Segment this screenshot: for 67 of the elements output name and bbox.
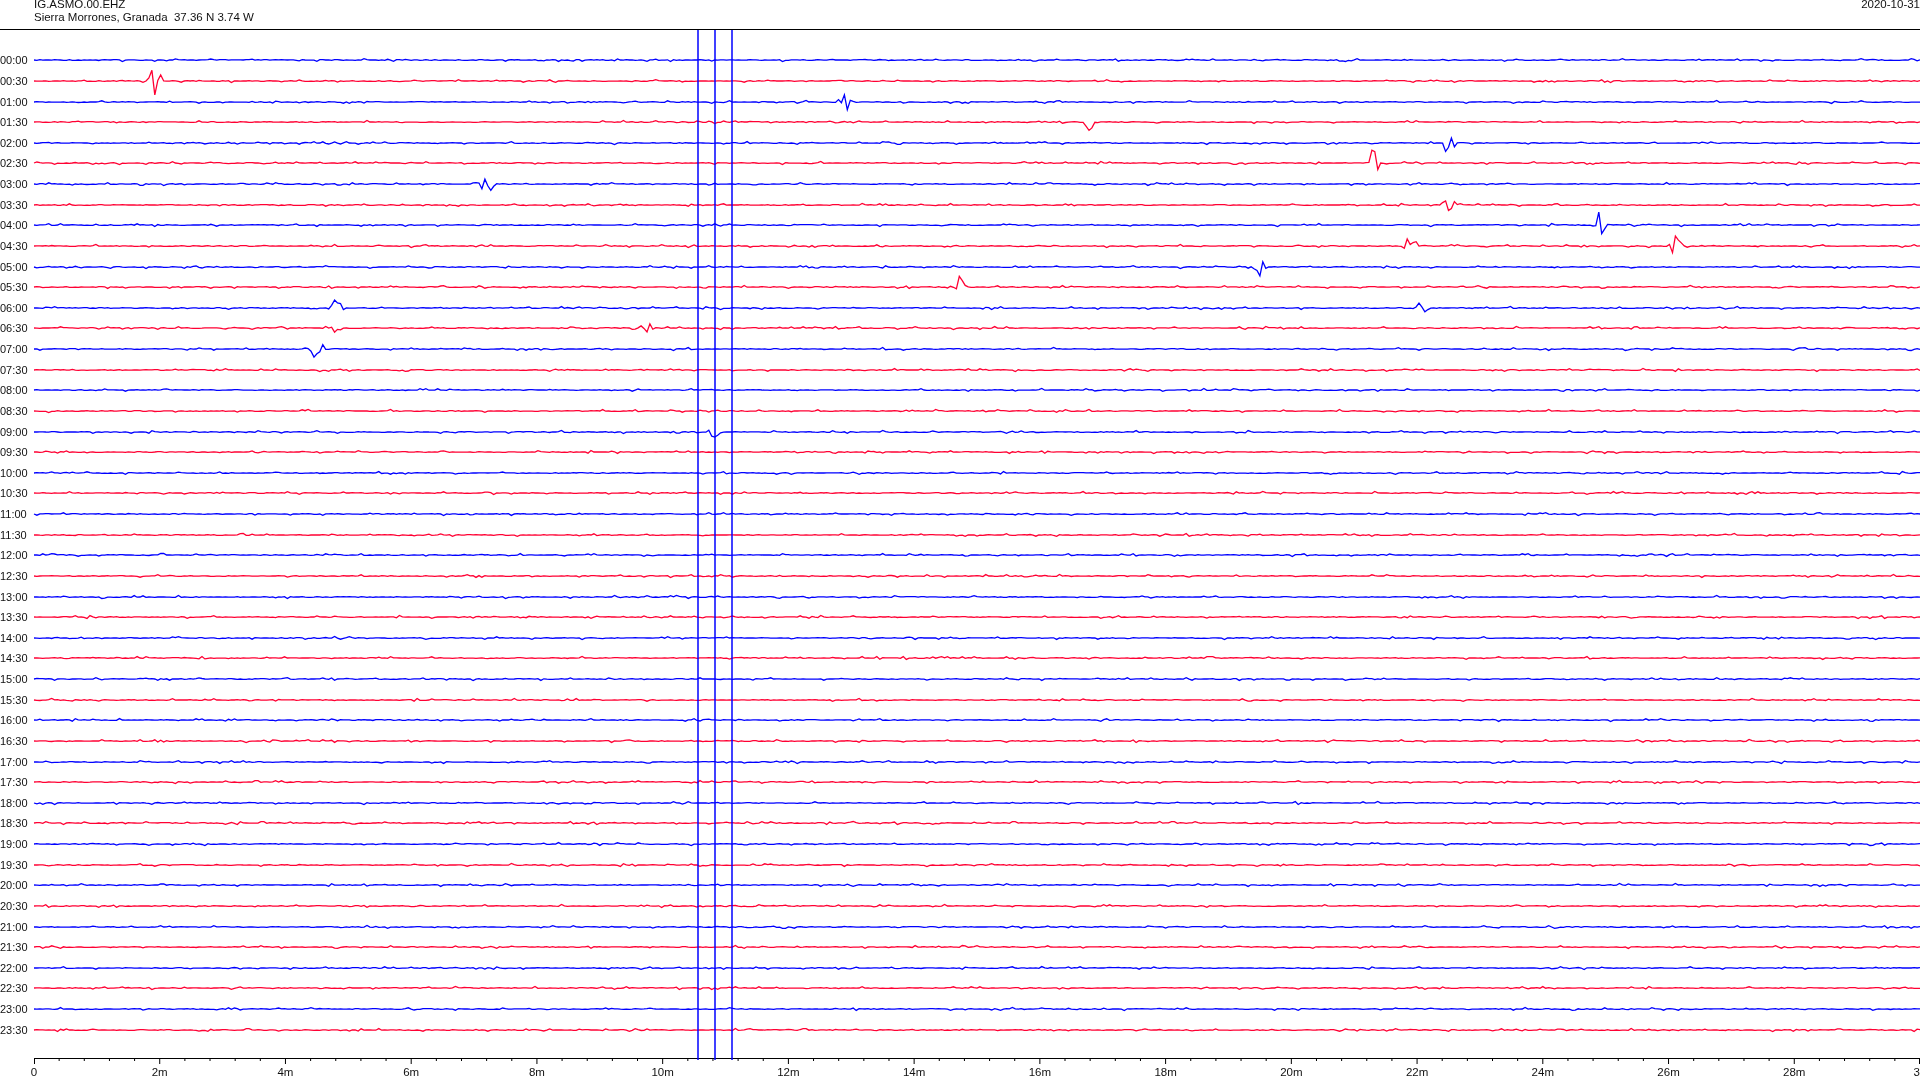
row-time-label: 10:00 bbox=[0, 466, 29, 479]
row-time-label: 04:00 bbox=[0, 219, 29, 232]
axis-tick-label: 26m bbox=[1657, 1066, 1680, 1078]
row-time-label: 07:00 bbox=[0, 343, 29, 356]
row-time-label: 21:30 bbox=[0, 941, 29, 954]
row-time-label: 16:30 bbox=[0, 734, 29, 747]
row-time-label: 16:00 bbox=[0, 714, 29, 727]
row-time-label: 02:30 bbox=[0, 157, 29, 170]
row-time-label: 00:30 bbox=[0, 74, 29, 87]
row-time-label: 06:30 bbox=[0, 322, 29, 335]
row-time-label: 03:30 bbox=[0, 198, 29, 211]
row-time-label: 01:00 bbox=[0, 95, 29, 108]
row-time-label: 15:00 bbox=[0, 673, 29, 686]
row-time-label: 10:30 bbox=[0, 487, 29, 500]
axis-tick-label: 12m bbox=[777, 1066, 800, 1078]
row-time-label: 21:00 bbox=[0, 920, 29, 933]
row-time-label: 23:30 bbox=[0, 1023, 29, 1036]
axis-tick-label: 3 bbox=[1913, 1066, 1920, 1078]
row-time-label: 03:00 bbox=[0, 178, 29, 191]
axis-tick-label: 16m bbox=[1028, 1066, 1052, 1078]
row-time-label: 05:30 bbox=[0, 281, 29, 294]
row-time-label: 17:00 bbox=[0, 755, 29, 768]
row-time-label: 09:00 bbox=[0, 425, 29, 438]
row-time-label: 20:00 bbox=[0, 879, 29, 892]
station-location: Sierra Morrones, Granada 37.36 N 3.74 W bbox=[34, 11, 254, 24]
row-time-label: 12:30 bbox=[0, 569, 29, 582]
row-time-label: 14:30 bbox=[0, 652, 29, 665]
row-time-label: 02:00 bbox=[0, 136, 29, 149]
record-date: 2020-10-31 bbox=[1861, 0, 1920, 12]
axis-tick-label: 0 bbox=[30, 1066, 38, 1078]
axis-tick-label: 10m bbox=[651, 1066, 674, 1078]
station-code: IG.ASMO.00.EHZ bbox=[34, 0, 127, 11]
row-time-label: 11:30 bbox=[0, 528, 28, 541]
row-time-label: 13:30 bbox=[0, 611, 29, 624]
row-time-label: 05:00 bbox=[0, 260, 29, 273]
axis-tick-label: 20m bbox=[1280, 1066, 1303, 1078]
row-time-label: 00:00 bbox=[0, 54, 29, 67]
row-time-label: 23:00 bbox=[0, 1003, 29, 1016]
row-time-label: 22:30 bbox=[0, 982, 29, 995]
row-time-label: 22:00 bbox=[0, 961, 29, 974]
axis-tick-label: 8m bbox=[528, 1066, 545, 1078]
row-time-label: 09:30 bbox=[0, 446, 29, 459]
axis-tick-label: 2m bbox=[151, 1066, 168, 1078]
row-time-label: 13:00 bbox=[0, 590, 29, 603]
row-time-label: 18:30 bbox=[0, 817, 29, 830]
row-time-label: 07:30 bbox=[0, 363, 29, 376]
row-time-label: 06:00 bbox=[0, 301, 29, 314]
axis-tick-label: 14m bbox=[902, 1066, 926, 1078]
axis-tick-label: 22m bbox=[1405, 1066, 1429, 1078]
axis-tick-label: 4m bbox=[277, 1066, 294, 1078]
axis-tick-label: 6m bbox=[403, 1066, 420, 1078]
row-time-label: 18:00 bbox=[0, 796, 29, 809]
axis-tick-label: 24m bbox=[1531, 1066, 1554, 1078]
row-time-label: 01:30 bbox=[0, 116, 29, 129]
row-time-label: 11:00 bbox=[0, 508, 28, 521]
row-time-label: 19:00 bbox=[0, 838, 29, 851]
row-time-label: 20:30 bbox=[0, 899, 29, 912]
row-time-label: 04:30 bbox=[0, 239, 29, 252]
row-time-label: 19:30 bbox=[0, 858, 29, 871]
row-time-label: 12:00 bbox=[0, 549, 29, 562]
row-time-label: 14:00 bbox=[0, 631, 29, 644]
axis-tick-label: 28m bbox=[1783, 1066, 1806, 1078]
row-time-label: 08:30 bbox=[0, 404, 29, 417]
row-time-label: 08:00 bbox=[0, 384, 29, 397]
axis-tick-label: 18m bbox=[1154, 1066, 1177, 1078]
row-time-label: 15:30 bbox=[0, 693, 29, 706]
row-time-label: 17:30 bbox=[0, 776, 29, 789]
